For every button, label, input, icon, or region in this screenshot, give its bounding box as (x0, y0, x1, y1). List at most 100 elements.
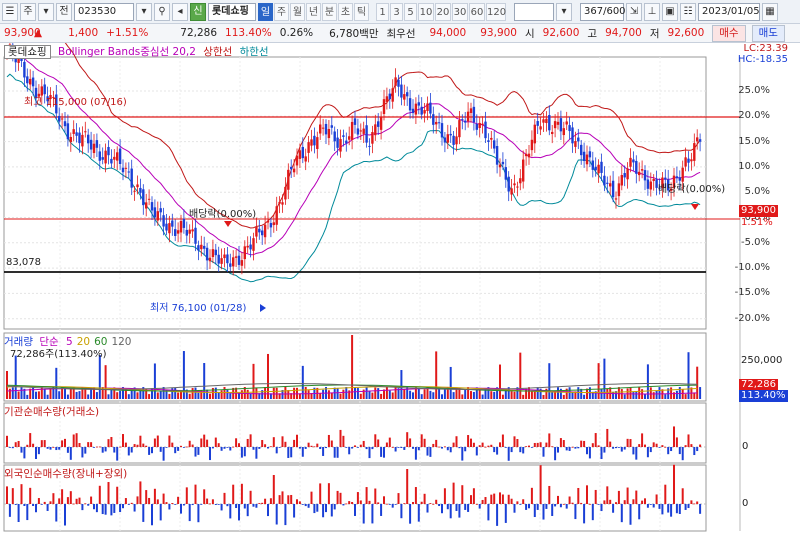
foreign-net-bar (658, 504, 661, 509)
inst-net-bar (43, 440, 46, 447)
stock-code-input[interactable]: 023530 (74, 2, 134, 21)
inst-net-bar (35, 447, 37, 460)
volume-bar (162, 387, 165, 399)
foreign-net-bar (426, 504, 429, 513)
inst-net-bar (119, 446, 122, 448)
stock-chart[interactable] (0, 19, 800, 532)
volume-bar (78, 391, 81, 399)
inst-net-bar (371, 447, 374, 450)
foreign-net-bar (609, 499, 612, 504)
volume-bar (191, 388, 194, 399)
foreign-net-bar (354, 504, 356, 516)
foreign-net-bar (499, 492, 501, 504)
chevron-down-icon[interactable]: ▾ (136, 2, 152, 21)
inst-net-bar (542, 447, 545, 457)
volume-bar (104, 365, 107, 399)
sound-icon[interactable]: ◂ (172, 2, 188, 21)
percent-tick-label: 10.0% (738, 160, 770, 172)
current-price-tag: 93,900 (739, 205, 778, 217)
candle-body (443, 137, 447, 143)
period-tab[interactable]: 초 (338, 2, 353, 21)
inst-net-bar (530, 447, 533, 448)
count-field[interactable]: 367/600 (580, 2, 626, 21)
volume-bar (188, 393, 191, 399)
inst-net-bar (64, 438, 66, 447)
foreign-net-bar (533, 504, 536, 518)
interval-tab[interactable]: 10 (418, 2, 434, 21)
inst-net-bar (661, 445, 664, 447)
interval-tab[interactable]: 20 (435, 2, 451, 21)
period-tabs: 일주월년분초틱 (258, 2, 369, 21)
inst-net-bar (159, 447, 162, 452)
interval-tab[interactable]: 60 (469, 2, 485, 21)
period-tab[interactable]: 일 (258, 2, 273, 21)
foreign-net-bar (116, 486, 119, 504)
candle-body (385, 96, 389, 102)
interval-tab[interactable]: 1 (376, 2, 389, 21)
foreign-net-bar (75, 498, 78, 504)
mode-select[interactable]: 전 (56, 2, 72, 21)
period-tab[interactable]: 월 (290, 2, 305, 21)
buy-button[interactable]: 매수 (712, 24, 746, 42)
period-tab[interactable]: 주 (274, 2, 289, 21)
date-field[interactable]: 2023/01/05 (698, 2, 760, 21)
sell-button[interactable]: 매도 (751, 24, 785, 42)
interval-input[interactable] (514, 2, 554, 21)
foreign-net-bar (66, 497, 69, 504)
volume-tick-top: 250,000 (741, 355, 783, 366)
foreign-net-bar (588, 503, 591, 505)
turnover-rate: 0.26% (279, 27, 314, 39)
foreign-net-bar (249, 490, 252, 504)
interval-tab[interactable]: 120 (486, 2, 506, 21)
ruler-icon[interactable]: ⊥ (644, 2, 660, 21)
period-tab[interactable]: 틱 (354, 2, 369, 21)
candle-body (574, 141, 577, 147)
foreign-net-bar (136, 496, 139, 504)
foreign-net-bar (319, 483, 322, 504)
foreign-net-bar (104, 504, 107, 515)
search-icon[interactable]: ⚲ (154, 2, 170, 21)
candle-body (353, 118, 357, 125)
low-label: 저 (649, 27, 660, 40)
chart-area[interactable]: 롯데쇼핑 Bollinger Bands중심선 20,2 상한선 하한선 LC:… (0, 19, 800, 532)
type-select[interactable]: 주 (20, 2, 36, 21)
volume-bar (510, 391, 513, 399)
chevron-down-icon[interactable]: ▾ (38, 2, 54, 21)
volume-bar (449, 366, 452, 399)
save-icon[interactable]: ▣ (662, 2, 678, 21)
foreign-net-bar (304, 504, 307, 507)
inst-net-bar (548, 433, 551, 447)
chevron-down-icon[interactable]: ▾ (556, 2, 572, 21)
period-tab[interactable]: 년 (306, 2, 321, 21)
foreign-net-bar (380, 504, 383, 516)
inst-net-bar (629, 439, 632, 447)
volume-bar (600, 388, 603, 399)
candle-body (246, 245, 249, 248)
candle-body (75, 132, 78, 136)
menu-icon[interactable]: ☰ (2, 2, 18, 21)
volume-bar (493, 391, 496, 399)
inst-net-bar (687, 434, 690, 447)
interval-tab[interactable]: 30 (452, 2, 468, 21)
foreign-net-bar (6, 486, 8, 504)
list-icon[interactable]: ☷ (680, 2, 696, 21)
foreign-net-bar (374, 488, 377, 504)
volume-bar (461, 394, 464, 399)
foreign-net-bar (165, 502, 168, 504)
quote-bar: 93,900 ▲ 1,400 +1.51% 72,286 113.40% 0.2… (0, 24, 800, 43)
inst-net-bar (69, 447, 72, 460)
calendar-icon[interactable]: ▦ (762, 2, 778, 21)
foreign-net-bar (632, 499, 635, 504)
zoom-icon[interactable]: ⇲ (626, 2, 642, 21)
candle-body (81, 134, 84, 147)
inst-net-bar (577, 447, 580, 449)
interval-tab[interactable]: 5 (404, 2, 417, 21)
inst-net-bar (301, 447, 304, 457)
candle-body (498, 164, 502, 168)
interval-tab[interactable]: 3 (390, 2, 403, 21)
inst-net-bar (17, 440, 20, 447)
candle-body (432, 114, 435, 125)
inst-net-bar (240, 447, 243, 458)
candle-body (568, 125, 571, 132)
period-tab[interactable]: 분 (322, 2, 337, 21)
